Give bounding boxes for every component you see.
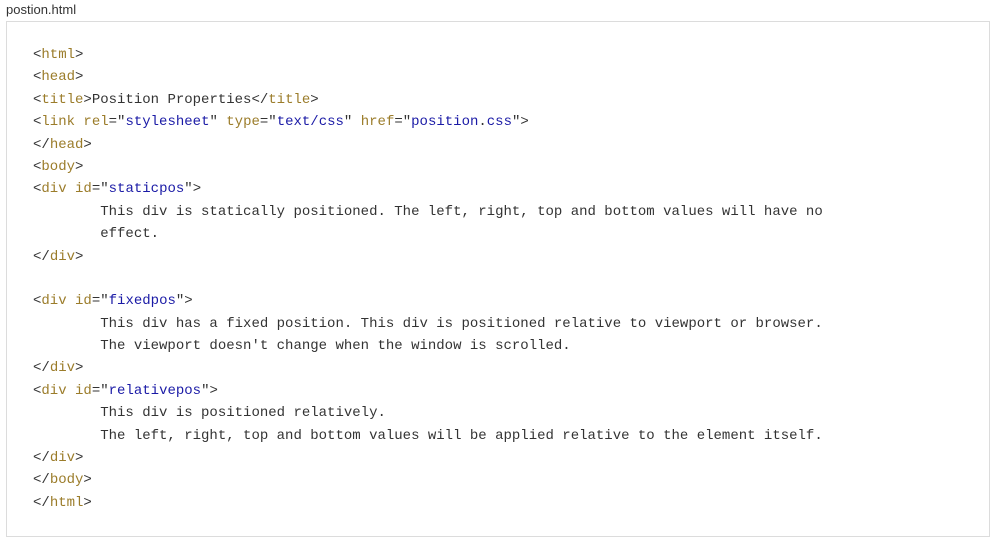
- punct: =: [394, 114, 402, 130]
- val-stylesheet: stylesheet: [125, 114, 209, 130]
- attr-id: id: [75, 383, 92, 399]
- punct: >: [75, 249, 83, 265]
- punct: </: [33, 495, 50, 511]
- val-href-pre: position: [411, 114, 478, 130]
- attr-rel: rel: [83, 114, 108, 130]
- tag-html-close: html: [50, 495, 84, 511]
- static-text-1: This div is statically positioned. The l…: [33, 204, 823, 220]
- punct: ": [100, 181, 108, 197]
- punct: ": [403, 114, 411, 130]
- punct: >: [520, 114, 528, 130]
- punct: [67, 181, 75, 197]
- tag-div-close: div: [50, 450, 75, 466]
- punct: </: [33, 249, 50, 265]
- tag-div-close: div: [50, 249, 75, 265]
- punct: ": [268, 114, 276, 130]
- punct: >: [75, 360, 83, 376]
- punct: >: [75, 450, 83, 466]
- val-staticpos: staticpos: [109, 181, 185, 197]
- tag-div-open: div: [41, 181, 66, 197]
- punct: =: [92, 181, 100, 197]
- tag-div-open: div: [41, 383, 66, 399]
- punct: >: [310, 92, 318, 108]
- punct: </: [251, 92, 268, 108]
- tag-head-open: head: [41, 69, 75, 85]
- val-href-ext: css: [487, 114, 512, 130]
- punct: >: [83, 495, 91, 511]
- punct: ": [100, 293, 108, 309]
- punct: >: [184, 293, 192, 309]
- punct: >: [75, 159, 83, 175]
- attr-id: id: [75, 181, 92, 197]
- tag-html-open: html: [41, 47, 75, 63]
- punct: >: [83, 137, 91, 153]
- code-container: <html> <head> <title>Position Properties…: [6, 21, 990, 537]
- fixed-text-2: The viewport doesn't change when the win…: [33, 338, 571, 354]
- tag-title-close: title: [268, 92, 310, 108]
- punct: </: [33, 137, 50, 153]
- attr-href: href: [361, 114, 395, 130]
- punct: =: [92, 383, 100, 399]
- punct: >: [83, 472, 91, 488]
- punct: </: [33, 450, 50, 466]
- punct: </: [33, 360, 50, 376]
- punct: >: [75, 69, 83, 85]
- punct: ": [100, 383, 108, 399]
- punct: =: [92, 293, 100, 309]
- tag-head-close: head: [50, 137, 84, 153]
- static-text-2: effect.: [33, 226, 159, 242]
- attr-type: type: [226, 114, 260, 130]
- punct: >: [83, 92, 91, 108]
- punct: </: [33, 472, 50, 488]
- val-textcss: text/css: [277, 114, 344, 130]
- code-block: <html> <head> <title>Position Properties…: [33, 44, 963, 514]
- tag-link: link: [41, 114, 75, 130]
- tag-body-open: body: [41, 159, 75, 175]
- file-name-label: postion.html: [0, 0, 996, 19]
- punct: [67, 293, 75, 309]
- punct: =: [109, 114, 117, 130]
- punct: >: [209, 383, 217, 399]
- rel-text-2: The left, right, top and bottom values w…: [33, 428, 823, 444]
- punct: >: [75, 47, 83, 63]
- title-text: Position Properties: [92, 92, 252, 108]
- val-href-dot: .: [478, 114, 486, 130]
- fixed-text-1: This div has a fixed position. This div …: [33, 316, 823, 332]
- punct: [67, 383, 75, 399]
- tag-div-open: div: [41, 293, 66, 309]
- punct: >: [193, 181, 201, 197]
- val-fixedpos: fixedpos: [109, 293, 176, 309]
- val-relativepos: relativepos: [109, 383, 201, 399]
- tag-body-close: body: [50, 472, 84, 488]
- punct: ": [209, 114, 217, 130]
- punct: ": [184, 181, 192, 197]
- punct: [352, 114, 360, 130]
- tag-div-close: div: [50, 360, 75, 376]
- attr-id: id: [75, 293, 92, 309]
- rel-text-1: This div is positioned relatively.: [33, 405, 386, 421]
- tag-title-open: title: [41, 92, 83, 108]
